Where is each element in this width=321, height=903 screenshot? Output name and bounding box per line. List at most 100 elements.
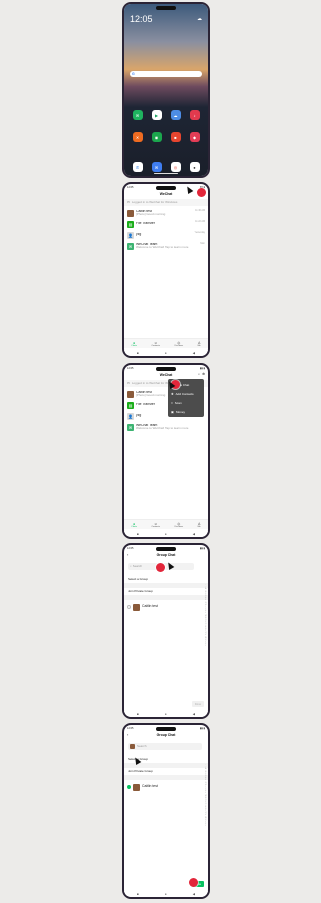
app-mi-remote[interactable]: ✕ xyxy=(131,132,144,142)
app-music[interactable]: ♪ xyxy=(188,110,201,120)
themes-app-icon[interactable]: ◆ xyxy=(189,132,200,142)
chat-time: Mon xyxy=(200,242,205,245)
contact-checkbox[interactable] xyxy=(127,605,131,609)
search-icon[interactable]: ⌕ xyxy=(198,372,200,376)
page-title: Group Chat xyxy=(156,732,176,737)
windows-login-banner[interactable]: ▭ Logged in to WeChat for Windows xyxy=(124,199,208,206)
tab-chats[interactable]: ● Chats xyxy=(131,341,137,347)
select-group-link[interactable]: Select a Group xyxy=(128,577,202,581)
chat-preview: Welcome to WeChat! Tap to learn more xyxy=(136,426,189,431)
tab-me[interactable]: ♙ Me xyxy=(198,341,201,347)
chat-row[interactable]: ✉ WeChat Team Welcome to WeChat! Tap to l… xyxy=(127,241,205,251)
weather-app-icon[interactable]: ☁ xyxy=(170,110,181,120)
camera-icon[interactable]: ● xyxy=(189,162,200,172)
menu-label: Add Contacts xyxy=(175,391,194,396)
status-time: 12:05 xyxy=(127,727,134,730)
chat-row[interactable]: 👤 yzg Yesterday xyxy=(127,230,205,240)
dock-phone[interactable]: ✆ xyxy=(131,162,144,172)
security-app-icon[interactable]: ◉ xyxy=(151,132,162,142)
done-button[interactable]: Done xyxy=(192,701,204,707)
tab-chats[interactable]: ● Chats xyxy=(131,522,137,528)
screen-recorder-icon[interactable]: ■ xyxy=(170,132,181,142)
wechat-menu-screen: 12:05 ▮▮ ▮ WeChat ⌕ ⊕ ▭ Logged in to WeC… xyxy=(124,365,208,537)
monitor-icon: ▭ xyxy=(127,199,130,204)
back-icon[interactable]: ◀ xyxy=(193,712,195,716)
google-search-bar[interactable]: G xyxy=(130,71,202,77)
contact-row[interactable]: Caitlin test xyxy=(127,602,205,612)
home-icon[interactable]: ● xyxy=(165,351,167,355)
dock-camera[interactable]: ● xyxy=(188,162,201,172)
recents-icon[interactable]: ■ xyxy=(137,712,139,716)
app-wechat[interactable]: ✉ xyxy=(131,110,144,120)
app-play-store[interactable]: ▶ xyxy=(150,110,163,120)
tab-me[interactable]: ♙ Me xyxy=(198,522,201,528)
menu-label: Money xyxy=(176,409,186,414)
tab-discover[interactable]: ◎ Discover xyxy=(175,341,184,347)
alphabet-index[interactable]: ↑ ☆ A B C D E F G H I J K L M N O P Q R S T U V W X Y Z # xyxy=(205,585,207,648)
tab-label: Chats xyxy=(131,525,137,528)
music-app-icon[interactable]: ♪ xyxy=(189,110,200,120)
status-time: 12:05 xyxy=(127,186,134,189)
app-themes[interactable]: ◆ xyxy=(188,132,201,142)
group-chat-screen: 12:05 ▮▮ ▮ ‹ Group Chat ⌕ Search Select … xyxy=(124,545,208,717)
system-nav-bar: ■ ● ◀ xyxy=(124,891,208,897)
home-icon[interactable]: ● xyxy=(165,532,167,536)
app-security[interactable]: ◉ xyxy=(150,132,163,142)
system-nav-bar: ■ ● ◀ xyxy=(124,350,208,356)
join-private-group-link[interactable]: Join Private Group xyxy=(128,769,202,773)
recents-icon[interactable]: ■ xyxy=(137,351,139,355)
dock-messages[interactable]: ✉ xyxy=(150,162,163,172)
home-icon[interactable]: ● xyxy=(165,892,167,896)
recents-icon[interactable]: ■ xyxy=(137,892,139,896)
phone-frame-home: 12:05 ☁ G ✉ ▶ ☁ ♪ ✕ ◉ ■ ◆ ✆ ✉ ◎ ● xyxy=(122,2,210,178)
messages-icon[interactable]: ✉ xyxy=(151,162,162,172)
contact-row[interactable]: Caitlin test xyxy=(127,782,205,792)
back-icon[interactable]: ◀ xyxy=(193,892,195,896)
system-nav-bar: ■ ● ◀ xyxy=(124,711,208,717)
chrome-icon[interactable]: ◎ xyxy=(170,162,181,172)
tab-contacts[interactable]: ☺ Contacts xyxy=(151,341,160,347)
recents-icon[interactable]: ■ xyxy=(137,532,139,536)
folder-icon: ▤ xyxy=(127,401,134,409)
menu-item-scan[interactable]: ⌗ Scan xyxy=(168,398,204,407)
scan-icon: ⌗ xyxy=(171,400,173,405)
chat-row[interactable]: ✉ WeChat Team Welcome to WeChat! Tap to l… xyxy=(127,422,205,432)
play-store-icon[interactable]: ▶ xyxy=(151,110,162,120)
join-private-group-link[interactable]: Join Private Group xyxy=(128,589,202,593)
mi-remote-icon[interactable]: ✕ xyxy=(132,132,143,142)
menu-item-add-contacts[interactable]: ✚ Add Contacts xyxy=(168,389,204,398)
camera-notch xyxy=(156,547,176,551)
tab-contacts[interactable]: ☺ Contacts xyxy=(151,522,160,528)
tab-label: Contacts xyxy=(151,344,161,347)
alphabet-letter[interactable]: # xyxy=(205,826,207,828)
chat-row[interactable]: Caitlin test [Photo] Good morning 11:46 A… xyxy=(127,208,205,218)
app-weather[interactable]: ☁ xyxy=(169,110,182,120)
tab-discover[interactable]: ◎ Discover xyxy=(175,522,184,528)
phone-frame-group-1: 12:05 ▮▮ ▮ ‹ Group Chat ⌕ Search Select … xyxy=(122,543,210,719)
tap-indicator xyxy=(197,188,206,197)
home-icon[interactable]: ● xyxy=(165,712,167,716)
menu-item-money[interactable]: ▣ Money xyxy=(168,407,204,416)
default-avatar-icon: 👤 xyxy=(127,412,134,420)
tap-indicator xyxy=(156,563,165,572)
dock-chrome[interactable]: ◎ xyxy=(169,162,182,172)
menu-label: Scan xyxy=(174,400,182,405)
alphabet-letter[interactable]: # xyxy=(205,646,207,648)
phone-frame-group-2: 12:05 ▮▮ ▮ ‹ Group Chat Search Select a … xyxy=(122,723,210,899)
plus-circle-icon[interactable]: ⊕ xyxy=(202,372,205,376)
back-icon[interactable]: ◀ xyxy=(193,532,195,536)
alphabet-index[interactable]: ↑ ☆ A B C D E F G H I J K L M N O P Q R S T U V W X Y Z # xyxy=(205,765,207,828)
home-indicator xyxy=(154,172,178,174)
contact-checkbox-checked[interactable] xyxy=(127,785,131,789)
app-screen-recorder[interactable]: ■ xyxy=(169,132,182,142)
back-icon[interactable]: ◀ xyxy=(193,351,195,355)
chat-row[interactable]: ▤ File Transfer 11:22 AM xyxy=(127,219,205,229)
search-input[interactable]: Search xyxy=(128,743,202,750)
wechat-app-icon[interactable]: ✉ xyxy=(132,110,143,120)
selected-avatar[interactable] xyxy=(130,744,135,749)
tab-label: Me xyxy=(197,525,201,528)
phone-icon[interactable]: ✆ xyxy=(132,162,143,172)
camera-notch xyxy=(156,727,176,731)
avatar xyxy=(127,390,134,398)
default-avatar-icon: 👤 xyxy=(127,231,134,239)
